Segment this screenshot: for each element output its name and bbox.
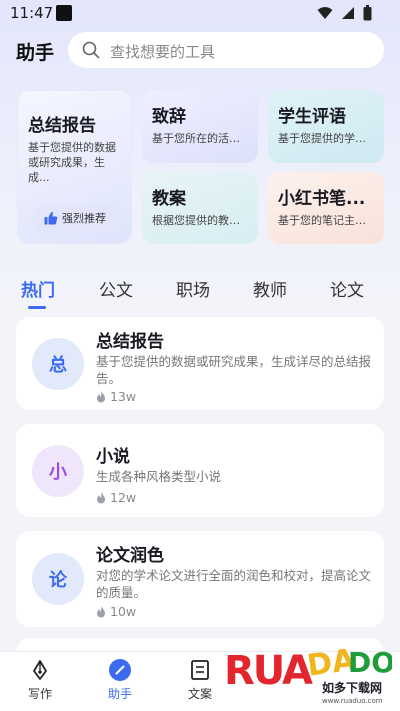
svg-text:www.ruaduo.com: www.ruaduo.com [322,697,383,705]
tab-paper[interactable]: 论文 [330,276,364,301]
featured-card-desc: 基于您提供的学生... [278,132,374,145]
search-input[interactable]: 查找想要的工具 [68,32,384,68]
search-icon [82,41,100,59]
list-item[interactable]: 小 小说 生成各种风格类型小说 12w [16,424,384,517]
featured-card-summary-report[interactable]: 总结报告 基于您提供的数据或研究成果，生成... 强烈推荐 [17,90,132,244]
tab-teacher[interactable]: 教师 [253,276,287,301]
usage-count: 10w [96,604,136,619]
nav-item-assistant[interactable]: 助手 [90,658,150,702]
svg-text:如多下载网: 如多下载网 [322,680,382,695]
svg-text:DO: DO [348,646,392,679]
svg-text:RUA: RUA [224,648,313,694]
active-tab-indicator [28,306,46,309]
document-icon [191,660,209,680]
featured-card-desc: 基于您的笔记主题... [278,214,374,227]
camera-indicator-icon [56,5,72,21]
tab-workplace[interactable]: 职场 [176,276,210,301]
nav-label: 文案 [187,687,212,701]
battery-icon [363,5,372,21]
featured-card-title: 致辞 [152,107,186,127]
usage-count-value: 12w [110,490,137,505]
thumbs-up-icon [44,211,58,225]
nav-item-copywriting[interactable]: 文案 [170,658,230,702]
featured-card-title: 总结报告 [28,116,96,136]
list-item-desc: 对您的学术论文进行全面的润色和校对，提高论文的质量。 [96,568,372,600]
flame-icon [97,492,105,503]
featured-card-title: 学生评语 [278,107,346,127]
featured-card-speech[interactable]: 致辞 基于您所在的活动... [142,90,258,163]
featured-card-xiaohongshu-note[interactable]: 小红书笔... 基于您的笔记主题... [268,172,384,244]
status-bar: 11:47 [0,0,400,28]
list-item-desc: 生成各种风格类型小说 [96,469,222,484]
tab-hot[interactable]: 热门 [21,276,55,301]
status-icons [317,5,372,21]
pen-nib-icon [33,660,47,680]
recommend-badge[interactable]: 强烈推荐 [32,205,118,231]
list-item-desc: 基于您提供的数据或研究成果，生成详尽的总结报告。 [96,354,372,386]
search-placeholder: 查找想要的工具 [110,43,216,61]
list-item-title: 小说 [96,447,130,467]
recommend-label: 强烈推荐 [62,212,106,225]
list-item[interactable]: 论 论文润色 对您的学术论文进行全面的润色和校对，提高论文的质量。 10w [16,531,384,627]
avatar: 小 [32,445,84,497]
featured-card-desc: 基于您提供的数据或研究成果，生成... [28,141,116,184]
usage-count: 12w [96,490,136,505]
nav-item-write[interactable]: 写作 [10,658,70,702]
avatar: 论 [32,553,84,605]
wifi-icon [317,7,333,19]
nav-label: 写作 [27,687,52,701]
usage-count: 13w [96,389,136,404]
usage-count-value: 13w [110,389,137,404]
featured-card-student-comment[interactable]: 学生评语 基于您提供的学生... [268,90,384,163]
featured-card-desc: 根据您提供的教训... [152,214,248,227]
flame-icon [97,391,105,402]
page-title: 助手 [16,42,55,64]
featured-card-title: 小红书笔... [278,189,366,209]
category-tabs: 热门 公文 职场 教师 论文 [0,272,400,312]
featured-card-title: 教案 [152,189,186,209]
avatar: 总 [32,338,84,390]
featured-card-desc: 基于您所在的活动... [152,132,248,145]
list-item[interactable]: 总 总结报告 基于您提供的数据或研究成果，生成详尽的总结报告。 13w [16,317,384,410]
assistant-icon [109,659,131,681]
signal-icon [342,7,354,19]
watermark-logo: RUA DA DO 如多下载网 www.ruaduo.com [224,642,392,705]
list-item-title: 论文润色 [96,546,164,566]
status-time: 11:47 [10,4,54,22]
featured-card-lesson-plan[interactable]: 教案 根据您提供的教训... [142,172,258,244]
flame-icon [97,606,105,617]
header: 助手 查找想要的工具 [0,30,400,70]
tab-official-docs[interactable]: 公文 [99,276,133,301]
nav-label: 助手 [107,687,132,701]
list-item-title: 总结报告 [96,332,164,352]
usage-count-value: 10w [110,604,137,619]
